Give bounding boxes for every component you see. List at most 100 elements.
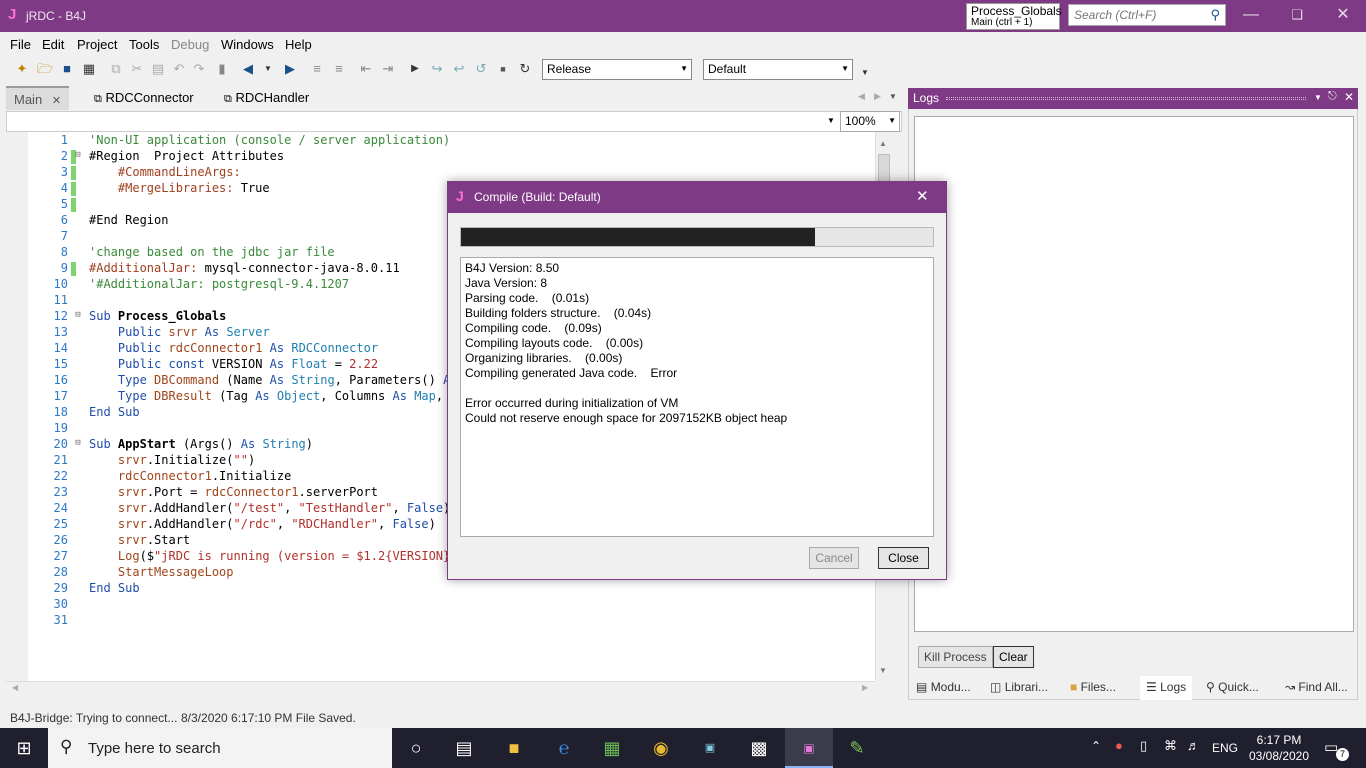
menu-tools[interactable]: Tools	[129, 37, 159, 52]
step-over-icon[interactable]: ↩	[450, 60, 468, 78]
tray-expand-icon[interactable]: ⌃	[1091, 739, 1101, 753]
kill-process-button[interactable]: Kill Process	[918, 646, 993, 668]
taskbar-search[interactable]: ⚲ Type here to search	[48, 728, 392, 768]
windows-start-icon[interactable]: ⊞	[10, 734, 38, 762]
toolbar-overflow-icon[interactable]: ▼	[856, 64, 874, 82]
menu-project[interactable]: Project	[77, 37, 117, 52]
tab-quick-search[interactable]: ⚲ Quick...	[1206, 680, 1259, 694]
paste-icon[interactable]: ▤	[149, 60, 167, 78]
menu-file[interactable]: File	[10, 37, 31, 52]
save-icon[interactable]: ■	[58, 60, 76, 78]
build-config-select[interactable]: Release ▼	[542, 59, 692, 80]
zoom-select[interactable]: 100% ▼	[840, 111, 900, 132]
menu-debug[interactable]: Debug	[171, 37, 209, 52]
fold-toggle-icon[interactable]: ⊟	[72, 438, 84, 448]
wifi-icon[interactable]: ⌘	[1164, 738, 1177, 754]
back-dropdown-icon[interactable]: ▼	[259, 60, 277, 78]
cancel-button[interactable]: Cancel	[809, 547, 859, 569]
redo-icon[interactable]: ↷	[190, 60, 208, 78]
battery-icon[interactable]: ▯	[1140, 738, 1147, 754]
back-icon[interactable]: ◀	[239, 60, 257, 78]
tab-files[interactable]: ■ Files...	[1070, 680, 1116, 694]
fold-toggle-icon[interactable]: ⊟	[72, 310, 84, 320]
compile-output[interactable]: B4J Version: 8.50 Java Version: 8 Parsing …	[460, 257, 934, 537]
sub-navigator[interactable]: Process_Globals Main (ctrl + 1)	[966, 3, 1062, 30]
code-line: Type DBCommand (Name As String, Paramete…	[117, 373, 458, 387]
indent-icon[interactable]: ⇥	[379, 60, 397, 78]
clock[interactable]: 6:17 PM 03/08/2020	[1246, 732, 1312, 764]
stop-icon[interactable]: ■	[494, 60, 512, 78]
uncomment-icon[interactable]: ≡	[330, 60, 348, 78]
close-dialog-icon[interactable]: ✕	[916, 187, 929, 205]
bookmark-icon[interactable]: ▮	[213, 60, 231, 78]
horizontal-scrollbar[interactable]: ◀ ▶	[6, 681, 875, 695]
forward-icon[interactable]: ▶	[281, 60, 299, 78]
fold-toggle-icon[interactable]: ⊟	[72, 150, 84, 160]
language-indicator[interactable]: ENG	[1212, 741, 1238, 755]
edge-icon[interactable]: ℮	[550, 734, 578, 762]
line-number: 30	[53, 597, 68, 611]
line-number: 1	[60, 133, 68, 147]
outdent-icon[interactable]: ⇤	[357, 60, 375, 78]
step-into-icon[interactable]: ↪	[428, 60, 446, 78]
close-tab-icon[interactable]: ✕	[52, 95, 61, 107]
restart-icon[interactable]: ↻	[516, 60, 534, 78]
notepad-icon[interactable]: ✎	[843, 734, 871, 762]
close-panel-icon[interactable]: ✕	[1344, 90, 1354, 104]
run-icon[interactable]: ▶	[406, 60, 424, 78]
tab-scroll-right-icon[interactable]: ▶	[874, 91, 881, 102]
tab-list-icon[interactable]: ▼	[889, 92, 897, 101]
clear-button[interactable]: Clear	[993, 646, 1034, 668]
tab-main[interactable]: Main ✕	[6, 86, 70, 110]
panel-tabs: ▤ Modu... ◫ Librari... ■ Files... ☰ Logs…	[908, 676, 1358, 700]
pin-icon[interactable]: ⎋	[1328, 90, 1337, 103]
tab-scroll-left-icon[interactable]: ◀	[858, 91, 865, 102]
copy-icon[interactable]: ⧉	[107, 60, 125, 78]
tab-libraries[interactable]: ◫ Librari...	[990, 680, 1048, 694]
line-number: 9	[60, 261, 68, 275]
code-navigator-bar[interactable]: ▼	[6, 111, 902, 132]
cut-icon[interactable]: ✂	[128, 60, 146, 78]
tab-modules-label: Modu...	[930, 680, 971, 694]
undo-icon[interactable]: ↶	[170, 60, 188, 78]
scroll-up-icon[interactable]: ▲	[879, 139, 887, 148]
close-button[interactable]: Close	[878, 547, 929, 569]
tab-rdcconnector[interactable]: ⧉ RDCConnector	[86, 86, 202, 110]
scroll-right-icon[interactable]: ▶	[862, 683, 868, 692]
search-icon[interactable]: ⚲	[1210, 7, 1220, 23]
volume-icon[interactable]: ♬	[1187, 738, 1200, 753]
tab-modules[interactable]: ▤ Modu...	[916, 680, 971, 694]
comment-icon[interactable]: ≡	[308, 60, 326, 78]
tab-rdchandler[interactable]: ⧉ RDCHandler	[216, 86, 317, 110]
menu-edit[interactable]: Edit	[42, 37, 64, 52]
cortana-icon[interactable]: ○	[402, 734, 430, 762]
panel-grip[interactable]	[946, 97, 1306, 100]
device-select[interactable]: Default ▼	[703, 59, 853, 80]
restore-button[interactable]: ❏	[1274, 0, 1320, 32]
save-all-icon[interactable]: ▦	[80, 60, 98, 78]
search-input[interactable]: Search (Ctrl+F) ⚲	[1068, 4, 1226, 26]
compile-progress	[460, 227, 934, 247]
store-icon[interactable]: ▦	[598, 734, 626, 762]
code-line: #Region Project Attributes	[89, 149, 285, 163]
tray-app-icon[interactable]: ●	[1115, 738, 1123, 753]
task-view-icon[interactable]: ▤	[450, 734, 478, 762]
b4a-icon[interactable]: ▣	[696, 734, 724, 762]
menu-windows[interactable]: Windows	[221, 37, 274, 52]
tab-find-all[interactable]: ↝ Find All...	[1285, 680, 1348, 694]
chrome-icon[interactable]: ◉	[647, 734, 675, 762]
close-window-button[interactable]: ✕	[1320, 0, 1366, 32]
scroll-down-icon[interactable]: ▼	[879, 666, 887, 675]
panel-menu-icon[interactable]: ▼	[1314, 93, 1322, 102]
step-out-icon[interactable]: ↺	[472, 60, 490, 78]
tab-logs[interactable]: ☰ Logs	[1140, 676, 1193, 700]
new-file-icon[interactable]: ✦	[13, 60, 31, 78]
b4j-taskbar-item[interactable]: ▣	[785, 728, 833, 768]
scroll-left-icon[interactable]: ◀	[12, 683, 18, 692]
terminal-icon[interactable]: ▩	[745, 734, 773, 762]
open-folder-icon[interactable]: 🗁	[36, 60, 54, 78]
minimize-button[interactable]: —	[1228, 0, 1274, 32]
menu-help[interactable]: Help	[285, 37, 312, 52]
file-explorer-icon[interactable]: ■	[500, 734, 528, 762]
logs-output[interactable]	[914, 116, 1354, 632]
